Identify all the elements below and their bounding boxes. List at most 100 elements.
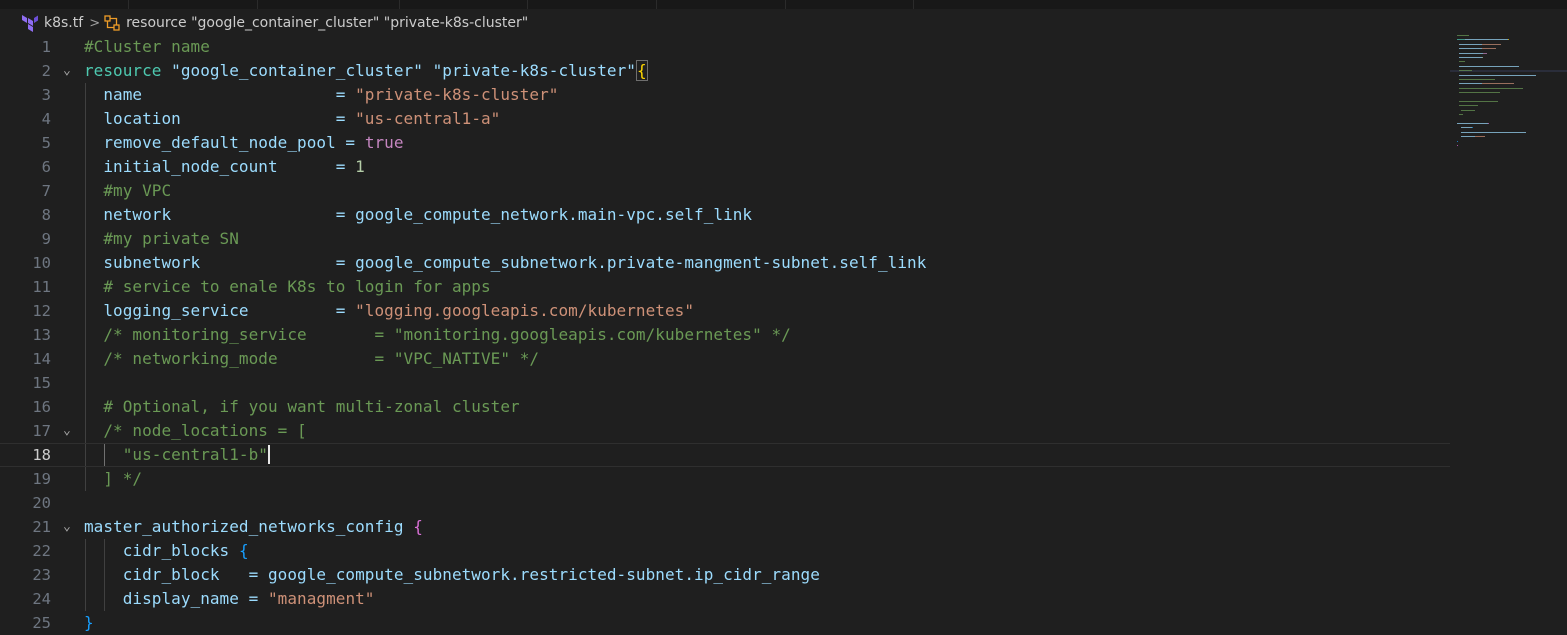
editor-tab[interactable] xyxy=(657,0,786,9)
code-token: 1 xyxy=(355,157,365,176)
line-number: 4 xyxy=(41,110,51,128)
code-line[interactable]: 6 initial_node_count = 1 xyxy=(0,155,1450,179)
minimap-line xyxy=(1472,127,1473,129)
line-number: 11 xyxy=(32,278,51,296)
code-editor[interactable]: 1 #Cluster name 2 ⌄ resource "google_contain… xyxy=(0,35,1450,635)
minimap-line xyxy=(1457,35,1469,36)
code-line[interactable]: 1 #Cluster name xyxy=(0,35,1450,59)
code-line[interactable]: 20 xyxy=(0,491,1450,515)
code-text: display_name = "managment" xyxy=(84,587,375,611)
minimap-line xyxy=(1459,52,1483,54)
fold-chevron-icon[interactable]: ⌄ xyxy=(63,59,75,83)
editor-tab[interactable] xyxy=(129,0,258,9)
line-number: 21 xyxy=(32,518,51,536)
code-token: subnetwork = google_compute_subnetwork.p… xyxy=(84,253,927,272)
code-token: master_authorized_networks_config xyxy=(84,517,414,536)
code-line[interactable]: 11 # service to enale K8s to login for a… xyxy=(0,275,1450,299)
breadcrumb: k8s.tf > resource "google_container_clus… xyxy=(0,11,1567,35)
code-line[interactable]: 23 cidr_block = google_compute_subnetwor… xyxy=(0,563,1450,587)
code-line[interactable]: 4 location = "us-central1-a" xyxy=(0,107,1450,131)
terraform-icon xyxy=(22,15,38,32)
code-text: logging_service = "logging.googleapis.co… xyxy=(84,299,694,323)
code-token: logging_service = xyxy=(84,301,356,320)
code-line[interactable]: 2 ⌄ resource "google_container_cluster" "p… xyxy=(0,59,1450,83)
minimap-line xyxy=(1459,65,1519,67)
code-text: /* monitoring_service = "monitoring.goog… xyxy=(84,323,791,347)
breadcrumb-symbol[interactable]: resource "google_container_cluster" "pri… xyxy=(104,15,528,31)
code-line[interactable]: 14 /* networking_mode = "VPC_NATIVE" */ xyxy=(0,347,1450,371)
code-line[interactable]: 10 subnetwork = google_compute_subnetwor… xyxy=(0,251,1450,275)
code-line[interactable]: 9 #my private SN xyxy=(0,227,1450,251)
minimap-line xyxy=(1459,70,1472,72)
minimap-line xyxy=(1459,79,1495,80)
editor-tab[interactable] xyxy=(786,0,914,9)
code-line[interactable]: 19 ] */ xyxy=(0,467,1450,491)
code-text: # Optional, if you want multi-zonal clus… xyxy=(84,395,520,419)
minimap-line xyxy=(1482,48,1496,50)
code-text: remove_default_node_pool = true xyxy=(84,131,404,155)
code-token: /* node_locations = [ xyxy=(84,421,307,440)
code-line[interactable]: 21 ⌄ master_authorized_networks_config { xyxy=(0,515,1450,539)
breadcrumb-file[interactable]: k8s.tf xyxy=(0,14,83,32)
code-token: # Optional, if you want multi-zonal clus… xyxy=(84,397,520,416)
fold-chevron-icon[interactable]: ⌄ xyxy=(63,419,75,443)
line-number: 6 xyxy=(41,158,51,176)
code-token: "us-central1-b" xyxy=(84,445,268,464)
code-line[interactable]: 17 ⌄ /* node_locations = [ xyxy=(0,419,1450,443)
minimap-line xyxy=(1459,92,1500,94)
minimap-line xyxy=(1459,57,1482,58)
code-line[interactable]: 24 display_name = "managment" xyxy=(0,587,1450,611)
minimap-line xyxy=(1457,123,1488,124)
line-number: 18 xyxy=(32,446,51,464)
code-token: } xyxy=(84,613,94,632)
editor-tab[interactable] xyxy=(258,0,400,9)
code-token: true xyxy=(364,133,404,152)
editor-tab[interactable] xyxy=(0,0,129,9)
editor-tab[interactable] xyxy=(528,0,657,9)
symbol-structure-icon xyxy=(104,15,120,31)
line-number: 9 xyxy=(41,230,51,248)
code-line[interactable]: 5 remove_default_node_pool = true xyxy=(0,131,1450,155)
code-text: /* networking_mode = "VPC_NATIVE" */ xyxy=(84,347,539,371)
code-line[interactable]: 13 /* monitoring_service = "monitoring.g… xyxy=(0,323,1450,347)
line-number: 14 xyxy=(32,350,51,368)
code-token: remove_default_node_pool = xyxy=(84,133,365,152)
code-line[interactable]: 3 name = "private-k8s-cluster" xyxy=(0,83,1450,107)
line-number: 3 xyxy=(41,86,51,104)
minimap-line xyxy=(1459,43,1482,45)
code-text: /* node_locations = [ xyxy=(84,419,307,443)
code-line[interactable]: 12 logging_service = "logging.googleapis… xyxy=(0,299,1450,323)
minimap-line xyxy=(1459,87,1523,89)
code-text: network = google_compute_network.main-vp… xyxy=(84,203,752,227)
minimap-line xyxy=(1461,109,1475,111)
minimap-line xyxy=(1459,105,1478,107)
code-line[interactable]: 18 "us-central1-b" xyxy=(0,443,1450,467)
code-token: # service to enale K8s to login for apps xyxy=(84,277,491,296)
code-text: #Cluster name xyxy=(84,35,210,59)
minimap-line xyxy=(1457,140,1458,142)
editor-tab[interactable] xyxy=(400,0,528,9)
code-text: location = "us-central1-a" xyxy=(84,107,500,131)
code-line[interactable]: 7 #my VPC xyxy=(0,179,1450,203)
line-number: 10 xyxy=(32,254,51,272)
code-line[interactable]: 22 cidr_blocks { xyxy=(0,539,1450,563)
code-token: { xyxy=(238,541,249,560)
fold-chevron-icon[interactable]: ⌄ xyxy=(63,515,75,539)
line-number: 23 xyxy=(32,566,51,584)
code-token: { xyxy=(635,60,648,81)
line-number: 20 xyxy=(32,494,51,512)
code-line[interactable]: 15 xyxy=(0,371,1450,395)
code-text: # service to enale K8s to login for apps xyxy=(84,275,491,299)
code-text: subnetwork = google_compute_subnetwork.p… xyxy=(84,251,926,275)
code-text: "us-central1-b" xyxy=(84,443,270,467)
minimap-line xyxy=(1483,52,1487,54)
minimap[interactable] xyxy=(1450,9,1567,635)
minimap-line xyxy=(1465,39,1508,41)
breadcrumb-symbol-label: resource "google_container_cluster" "pri… xyxy=(126,15,529,31)
code-token: #my VPC xyxy=(84,181,172,200)
code-line[interactable]: 8 network = google_compute_network.main-… xyxy=(0,203,1450,227)
code-token: /* monitoring_service = "monitoring.goog… xyxy=(84,325,791,344)
code-line[interactable]: 16 # Optional, if you want multi-zonal c… xyxy=(0,395,1450,419)
code-line[interactable]: 25} xyxy=(0,611,1450,635)
chevron-right-icon: > xyxy=(89,15,101,31)
